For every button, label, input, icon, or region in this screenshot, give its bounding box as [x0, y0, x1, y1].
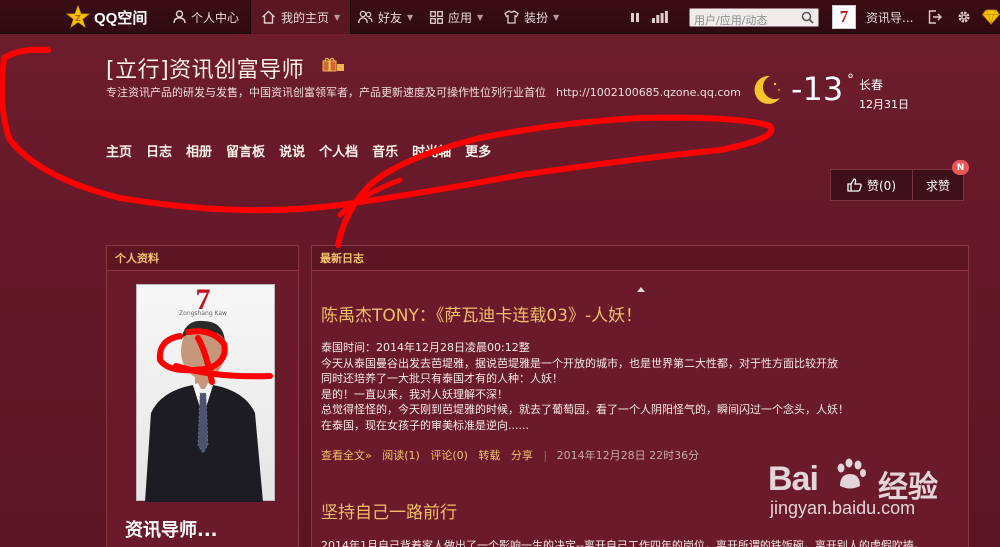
- degree-symbol: °: [847, 72, 854, 88]
- excerpt-line: 今天从泰国曼谷出发去芭堤雅，据说芭堤雅是一个开放的城市，也是世界第二大性都，对于…: [321, 356, 838, 370]
- nav-label: 应用: [448, 10, 473, 25]
- svg-text:Z: Z: [75, 14, 81, 23]
- subnav-music[interactable]: 音乐: [372, 141, 398, 160]
- watermark-brand: Bai: [768, 460, 819, 498]
- nav-label: 我的主页: [281, 10, 330, 25]
- user-avatar[interactable]: 7: [832, 5, 856, 29]
- blog-post-excerpt: 2014年1月自己背着家人做出了一个影响一生的决定--离开自己工作四年的岗位，离…: [321, 539, 925, 547]
- profile-name[interactable]: 资讯导师...: [125, 516, 218, 542]
- space-title: [立行]资讯创富导师: [106, 58, 305, 83]
- gear-icon: [958, 11, 970, 23]
- nav-apps[interactable]: 应用 ▼: [420, 0, 493, 34]
- blog-post-title[interactable]: 坚持自己一路前行: [321, 498, 457, 523]
- home-icon: [262, 10, 275, 24]
- subnav-shuoshuo[interactable]: 说说: [279, 141, 305, 160]
- avatar-logo: 7: [839, 7, 849, 26]
- like-bar: 赞(0) 求赞: [830, 169, 964, 201]
- equalizer-icon: [652, 11, 668, 23]
- nav-friends[interactable]: 好友 ▼: [348, 0, 423, 34]
- post-date: 2014年12月28日 22时36分: [556, 449, 700, 462]
- subnav-album[interactable]: 相册: [186, 141, 212, 160]
- space-subnav: 主页 日志 相册 留言板 说说 个人档 音乐 时光轴 更多: [106, 141, 491, 160]
- blog-post-excerpt: 泰国时间：2014年12月28日凌晨00:12整 今天从泰国曼谷出发去芭堤雅，据…: [321, 340, 961, 433]
- excerpt-line: 是的！一直以来，我对人妖理解不深！: [321, 387, 508, 401]
- nav-personal-center[interactable]: 个人中心: [163, 0, 249, 34]
- top-navigation-bar: Z QQ空间 个人中心 我的主页 ▼ 好友 ▼ 应用 ▼ 装扮 ▼ 7: [0, 0, 1000, 34]
- description-text: 专注资讯产品的研发与发售，中国资讯创富领军者，产品更新速度及可操作性位列行业首位: [106, 86, 546, 99]
- shirt-icon: [504, 10, 519, 24]
- profile-photo[interactable]: 7 Zongshang Kaw: [136, 283, 275, 502]
- brand-label: QQ空间: [94, 9, 148, 27]
- friends-icon: [358, 10, 373, 24]
- pause-music-button[interactable]: [630, 0, 640, 34]
- logout-icon: [928, 10, 942, 24]
- share-link[interactable]: 分享: [511, 449, 533, 462]
- pause-icon: [631, 12, 639, 22]
- nav-dressup[interactable]: 装扮 ▼: [494, 0, 569, 34]
- search-input[interactable]: [690, 12, 796, 29]
- like-button[interactable]: 赞(0): [831, 170, 913, 200]
- temperature: -13: [791, 70, 844, 108]
- chevron-down-icon: ▼: [553, 12, 560, 22]
- watermark-url: jingyan.baidu.com: [770, 498, 916, 518]
- comments-link[interactable]: 评论(0): [430, 449, 468, 462]
- profile-panel: 个人资料 7 Zongshang Kaw 资讯导师...: [106, 245, 299, 547]
- subnav-guestbook[interactable]: 留言板: [226, 141, 265, 160]
- user-icon: [173, 10, 186, 24]
- subnav-more[interactable]: 更多: [465, 141, 491, 160]
- chevron-down-icon: ▼: [407, 12, 414, 22]
- gift-icon[interactable]: [322, 56, 346, 72]
- space-description: 专注资讯产品的研发与发售，中国资讯创富领军者，产品更新速度及可操作性位列行业首位…: [106, 84, 754, 100]
- subnav-timeline[interactable]: 时光轴: [412, 141, 451, 160]
- photo-caption: Zongshang Kaw: [179, 310, 227, 317]
- thumbs-up-icon: [847, 178, 862, 192]
- excerpt-line: 总觉得怪怪的，今天刚到芭堤雅的时候，就去了葡萄园，看了一个人阴阳怪气的，瞬间闪过…: [321, 403, 849, 416]
- moon-icon: [754, 75, 780, 104]
- nav-label: 装扮: [524, 10, 549, 25]
- qzone-star-icon: Z: [66, 5, 90, 29]
- weather-city: 长春: [859, 78, 884, 92]
- chevron-down-icon: ▼: [334, 12, 341, 22]
- blog-post-title[interactable]: 陈禹杰TONY：《萨瓦迪卡连载03》-人妖！: [321, 301, 642, 326]
- settings-button[interactable]: [957, 0, 971, 34]
- user-name-link[interactable]: 资讯导...: [866, 0, 913, 34]
- collapse-arrow-icon[interactable]: [637, 287, 645, 292]
- repost-link[interactable]: 转载: [478, 449, 500, 462]
- weather-date: 12月31日: [859, 98, 909, 111]
- blog-panel-heading: 最新日志: [312, 246, 968, 271]
- blog-post-actions: 查看全文» 阅读(1) 评论(0) 转载 分享 | 2014年12月28日 22…: [321, 447, 706, 463]
- nav-label: 个人中心: [191, 10, 240, 25]
- baidu-paw-icon: [837, 458, 866, 489]
- excerpt-line: 泰国时间：2014年12月28日凌晨00:12整: [321, 341, 530, 354]
- yellow-diamond-button[interactable]: [982, 0, 1000, 34]
- apps-icon: [430, 10, 443, 24]
- excerpt-line: 同时还培养了一大批只有泰国才有的人种：人妖！: [321, 372, 563, 385]
- reads-link[interactable]: 阅读(1): [382, 449, 420, 462]
- diamond-icon: [982, 9, 1000, 25]
- new-badge: N: [952, 160, 969, 175]
- like-count: 赞(0): [867, 178, 896, 193]
- subnav-blog[interactable]: 日志: [146, 141, 172, 160]
- profile-panel-heading: 个人资料: [107, 246, 298, 271]
- nav-my-homepage[interactable]: 我的主页 ▼: [250, 0, 352, 34]
- qzone-logo[interactable]: Z QQ空间: [66, 0, 147, 34]
- ask-for-likes-button[interactable]: 求赞: [913, 177, 963, 194]
- logout-button[interactable]: [928, 0, 942, 34]
- nav-label: 好友: [378, 10, 403, 25]
- excerpt-line: 在泰国，现在女孩子的审美标准是逆向......: [321, 418, 529, 432]
- read-more-link[interactable]: 查看全文»: [321, 449, 372, 462]
- chevron-down-icon: ▼: [477, 12, 484, 22]
- music-volume-button[interactable]: [652, 0, 668, 34]
- space-url[interactable]: http://1002100685.qzone.qq.com: [556, 86, 741, 99]
- subnav-home[interactable]: 主页: [106, 141, 132, 160]
- divider: |: [543, 449, 548, 462]
- person-portrait: 7 Zongshang Kaw: [145, 283, 263, 502]
- user-name: 资讯导...: [866, 10, 914, 25]
- search-box: [689, 8, 819, 29]
- subnav-profile[interactable]: 个人档: [319, 141, 358, 160]
- search-icon[interactable]: [801, 11, 814, 24]
